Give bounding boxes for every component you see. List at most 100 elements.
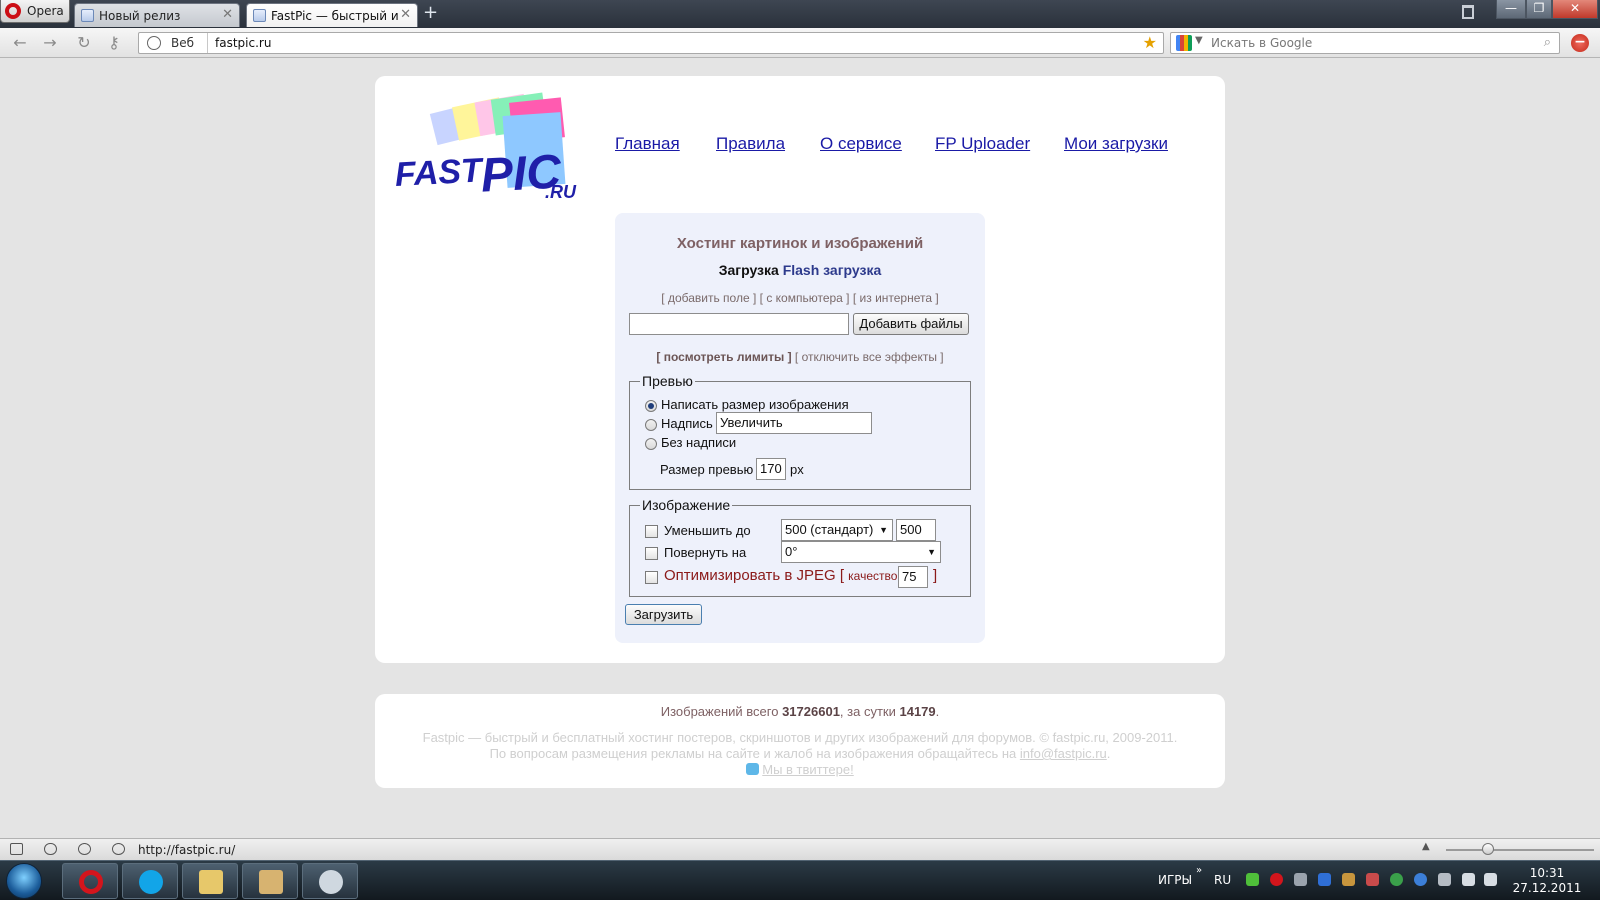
tray-security-icon[interactable] (1366, 873, 1379, 886)
opera-menu-button[interactable]: Opera (0, 0, 70, 23)
file-path-input[interactable] (629, 313, 849, 335)
tray-opera-icon[interactable] (1270, 873, 1283, 886)
opera-menu-label: Opera (27, 4, 64, 18)
radio-custom-caption[interactable] (645, 419, 657, 431)
taskbar-clock[interactable]: 10:31 27.12.2011 (1512, 866, 1582, 896)
radio-custom-caption-label: Надпись (661, 416, 713, 431)
network-icon[interactable] (1462, 873, 1475, 886)
nav-link-uploader[interactable]: FP Uploader (935, 134, 1030, 154)
tab-close-icon[interactable]: ✕ (222, 7, 233, 22)
limits-links: [ посмотреть лимиты ] [ отключить все эф… (615, 350, 985, 364)
tray-games-label[interactable]: ИГРЫ (1158, 873, 1192, 887)
copyright-text: Fastpic — быстрый и бесплатный хостинг п… (422, 730, 1178, 745)
page-viewport: FAST PIC .RU Главная Правила О сервисе F… (0, 59, 1600, 838)
forward-arrow-icon[interactable]: → (40, 33, 60, 53)
disable-effects-link[interactable]: [ отключить все эффекты ] (795, 350, 944, 364)
taskbar-skype[interactable] (122, 863, 178, 899)
start-button-icon[interactable] (6, 863, 42, 899)
stop-icon[interactable]: − (1571, 34, 1589, 52)
rotate-select[interactable]: 0° ▼ (781, 541, 941, 563)
twitter-link[interactable]: Мы в твиттере! (762, 762, 854, 777)
ads-contact-line: По вопросам размещения рекламы на сайте … (375, 746, 1225, 761)
search-icon[interactable]: ⌕ (1544, 35, 1551, 50)
taskbar-explorer[interactable] (182, 863, 238, 899)
volume-icon[interactable] (1438, 873, 1451, 886)
stats-prefix: Изображений всего (660, 704, 779, 719)
close-window-button[interactable]: ✕ (1552, 0, 1598, 19)
bluetooth-icon[interactable] (1318, 873, 1331, 886)
taskbar-opera[interactable] (62, 863, 118, 899)
quality-input[interactable]: 75 (898, 566, 928, 588)
chevron-down-icon[interactable]: ▼ (1195, 35, 1203, 46)
google-icon[interactable] (1176, 35, 1192, 51)
contact-email-link[interactable]: info@fastpic.ru (1020, 746, 1107, 761)
taskbar-paint[interactable] (302, 863, 358, 899)
rotate-checkbox[interactable] (645, 547, 658, 560)
ads-end: . (1106, 746, 1111, 761)
radio-size-caption[interactable] (645, 400, 657, 412)
from-internet-link[interactable]: [ из интернета ] (853, 291, 939, 305)
nav-link-home[interactable]: Главная (615, 134, 680, 154)
upload-submit-button[interactable]: Загрузить (625, 604, 702, 625)
utorrent-icon[interactable] (1390, 873, 1403, 886)
preview-legend: Превью (642, 373, 693, 389)
trash-icon[interactable] (1462, 5, 1474, 19)
nav-link-about[interactable]: О сервисе (820, 134, 902, 154)
key-icon[interactable]: ⚷ (104, 33, 124, 53)
nav-link-rules[interactable]: Правила (716, 134, 785, 154)
tab-fastpic[interactable]: FastPic — быстрый и ... ✕ (246, 3, 418, 27)
add-files-button[interactable]: Добавить файлы (853, 313, 969, 335)
search-field[interactable]: ▼ Искать в Google ⌕ (1170, 32, 1560, 54)
share-icon[interactable] (78, 843, 91, 855)
skype-icon (139, 870, 163, 894)
twitter-icon (746, 763, 760, 775)
nav-link-my-uploads[interactable]: Мои загрузки (1064, 134, 1168, 154)
zoom-slider-handle[interactable] (1482, 843, 1494, 855)
jpeg-checkbox[interactable] (645, 571, 658, 584)
from-computer-link[interactable]: [ с компьютера ] (760, 291, 850, 305)
speed-dial-icon[interactable] (112, 843, 125, 855)
view-limits-link[interactable]: [ посмотреть лимиты ] (656, 350, 791, 364)
tray-update-icon[interactable] (1414, 873, 1427, 886)
radio-size-caption-label: Написать размер изображения (661, 397, 849, 412)
radio-no-caption[interactable] (645, 438, 657, 450)
taskbar-downloads[interactable] (242, 863, 298, 899)
zoom-slider-track[interactable] (1446, 849, 1594, 851)
tab-title: Новый релиз (99, 9, 181, 23)
tab-new-release[interactable]: Новый релиз ✕ (74, 3, 240, 27)
tray-app-icon[interactable] (1246, 873, 1259, 886)
stats-end: . (935, 704, 940, 719)
panel-toggle-icon[interactable] (10, 843, 23, 855)
jpeg-label: Оптимизировать в JPEG (664, 567, 836, 584)
back-arrow-icon[interactable]: ← (10, 33, 30, 53)
caption-text-input[interactable]: Увеличить (716, 412, 872, 434)
chevron-up-icon[interactable]: ▲ (1422, 841, 1430, 852)
resize-select[interactable]: 500 (стандарт) ▼ (781, 519, 893, 541)
tray-agent-icon[interactable] (1294, 873, 1307, 886)
tray-network-share-icon[interactable] (1342, 873, 1355, 886)
tray-expand-icon[interactable]: » (1196, 865, 1202, 876)
flash-upload-link[interactable]: Flash загрузка (783, 262, 882, 278)
tray-language[interactable]: RU (1214, 873, 1231, 887)
source-links: [ добавить поле ] [ с компьютера ] [ из … (615, 291, 985, 305)
reload-icon[interactable]: ↻ (74, 33, 94, 53)
minimize-button[interactable]: — (1496, 0, 1526, 19)
bookmark-star-icon[interactable]: ★ (1143, 33, 1157, 52)
resize-checkbox[interactable] (645, 525, 658, 538)
action-center-icon[interactable] (1484, 873, 1497, 886)
tab-title: FastPic — быстрый и ... (271, 9, 401, 23)
resize-value-input[interactable]: 500 (896, 519, 936, 541)
preview-size-input[interactable]: 170 (756, 458, 786, 480)
opera-icon (79, 870, 103, 894)
fastpic-logo[interactable]: FAST PIC .RU (393, 86, 579, 211)
tab-close-icon[interactable]: ✕ (400, 7, 411, 22)
address-url[interactable]: fastpic.ru (215, 36, 271, 50)
cloud-icon[interactable] (44, 843, 57, 855)
quality-label: качество (848, 569, 898, 583)
opera-logo-icon (5, 3, 21, 19)
add-field-link[interactable]: [ добавить поле ] (661, 291, 756, 305)
restore-button[interactable]: ❐ (1526, 0, 1552, 19)
image-stats: Изображений всего 31726601, за сутки 141… (375, 704, 1225, 719)
address-bar[interactable]: Веб fastpic.ru ★ (138, 32, 1164, 54)
new-tab-icon[interactable]: + (423, 4, 438, 22)
